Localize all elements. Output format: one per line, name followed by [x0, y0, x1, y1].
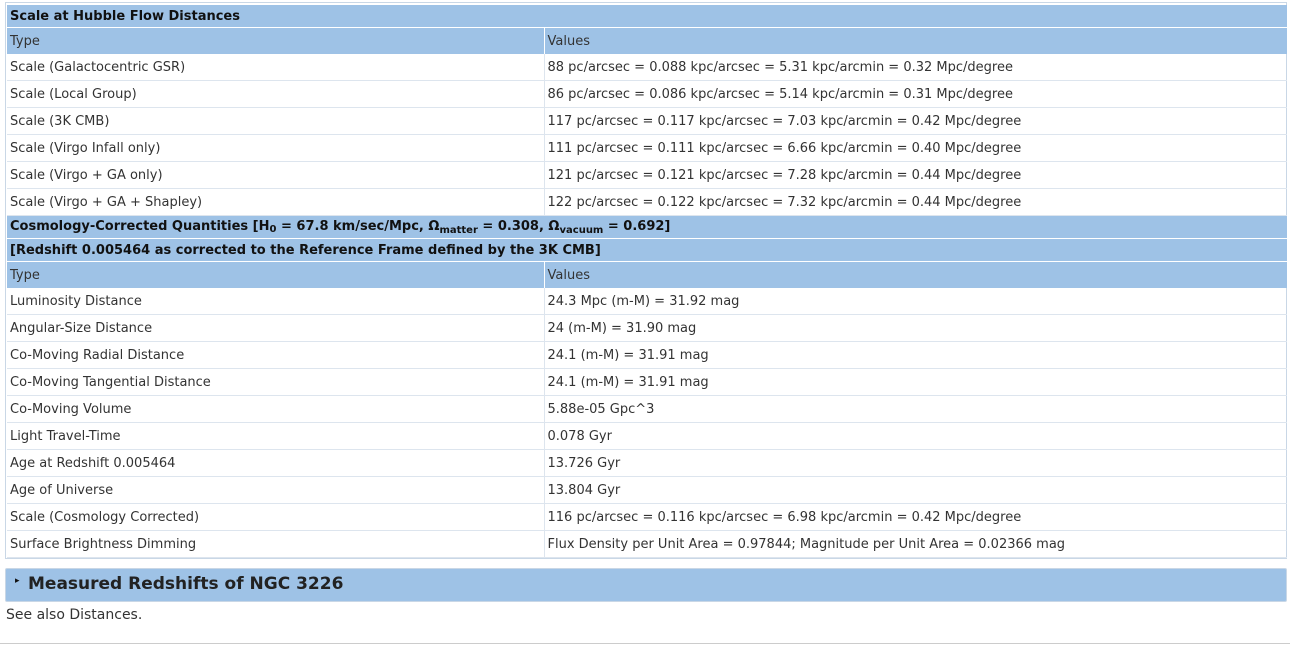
row-value: 121 pc/arcsec = 0.121 kpc/arcsec = 7.28 … [543, 161, 1287, 189]
row-value: 86 pc/arcsec = 0.086 kpc/arcsec = 5.14 k… [543, 80, 1287, 108]
table-row: Age at Redshift 0.005464 13.726 Gyr [7, 449, 1287, 477]
table-row: Scale (Virgo + GA only) 121 pc/arcsec = … [7, 161, 1287, 189]
row-type: Angular-Size Distance [7, 314, 544, 342]
distances-panel: Scale at Hubble Flow Distances Type Valu… [5, 2, 1287, 559]
cosmology-header-row: Type Values [7, 261, 1287, 288]
h0-value: = 67.8 km/sec/Mpc, Ω [276, 218, 440, 234]
row-value: 24.1 (m-M) = 31.91 mag [543, 341, 1287, 369]
cosmology-subtitle: [Redshift 0.005464 as corrected to the R… [7, 238, 1287, 262]
cosmology-title-row: Cosmology-Corrected Quantities [H0 = 67.… [7, 215, 1287, 239]
table-row: Scale (Galactocentric GSR) 88 pc/arcsec … [7, 54, 1287, 81]
row-type: Luminosity Distance [7, 288, 544, 315]
row-value: 111 pc/arcsec = 0.111 kpc/arcsec = 6.66 … [543, 134, 1287, 162]
row-type: Age at Redshift 0.005464 [7, 449, 544, 477]
vacuum-subscript: vacuum [559, 224, 604, 236]
table-row: Scale (3K CMB) 117 pc/arcsec = 0.117 kpc… [7, 107, 1287, 135]
measured-redshifts-title: Measured Redshifts of NGC 3226 [28, 574, 344, 594]
hubble-title: Scale at Hubble Flow Distances [7, 5, 1287, 28]
row-value: 5.88e-05 Gpc^3 [543, 395, 1287, 423]
cosmology-col-type: Type [7, 261, 544, 288]
table-row: Co-Moving Radial Distance 24.1 (m-M) = 3… [7, 341, 1287, 369]
row-value: 24 (m-M) = 31.90 mag [543, 314, 1287, 342]
row-type: Age of Universe [7, 476, 544, 504]
row-value: 0.078 Gyr [543, 422, 1287, 450]
row-type: Co-Moving Volume [7, 395, 544, 423]
table-row: Angular-Size Distance 24 (m-M) = 31.90 m… [7, 314, 1287, 342]
row-type: Scale (3K CMB) [7, 107, 544, 135]
matter-subscript: matter [439, 224, 478, 236]
cosmology-subtitle-row: [Redshift 0.005464 as corrected to the R… [7, 238, 1287, 262]
row-type: Co-Moving Tangential Distance [7, 368, 544, 396]
row-value: 122 pc/arcsec = 0.122 kpc/arcsec = 7.32 … [543, 188, 1287, 216]
row-type: Co-Moving Radial Distance [7, 341, 544, 369]
vacuum-value: = 0.692] [603, 218, 671, 234]
cosmology-title-prefix: Cosmology-Corrected Quantities [H [10, 218, 270, 234]
row-type: Surface Brightness Dimming [7, 530, 544, 558]
row-type: Scale (Cosmology Corrected) [7, 503, 544, 531]
expand-arrow-icon: ▸ [15, 576, 20, 586]
distances-table: Scale at Hubble Flow Distances Type Valu… [7, 5, 1287, 558]
row-value: 117 pc/arcsec = 0.117 kpc/arcsec = 7.03 … [543, 107, 1287, 135]
table-row: Scale (Virgo + GA + Shapley) 122 pc/arcs… [7, 188, 1287, 216]
hubble-title-row: Scale at Hubble Flow Distances [7, 5, 1287, 28]
page: Scale at Hubble Flow Distances Type Valu… [0, 0, 1290, 651]
hubble-col-values: Values [543, 27, 1287, 54]
table-row: Co-Moving Volume 5.88e-05 Gpc^3 [7, 395, 1287, 423]
row-value: Flux Density per Unit Area = 0.97844; Ma… [543, 530, 1287, 558]
cosmology-col-values: Values [543, 261, 1287, 288]
table-row: Scale (Cosmology Corrected) 116 pc/arcse… [7, 503, 1287, 531]
table-row: Surface Brightness Dimming Flux Density … [7, 530, 1287, 558]
table-row: Luminosity Distance 24.3 Mpc (m-M) = 31.… [7, 288, 1287, 315]
row-type: Scale (Virgo + GA + Shapley) [7, 188, 544, 216]
row-value: 13.804 Gyr [543, 476, 1287, 504]
see-also-text: See also Distances. [6, 607, 143, 623]
table-row: Scale (Local Group) 86 pc/arcsec = 0.086… [7, 80, 1287, 108]
row-type: Scale (Local Group) [7, 80, 544, 108]
row-value: 24.1 (m-M) = 31.91 mag [543, 368, 1287, 396]
measured-redshifts-toggle[interactable]: ▸ Measured Redshifts of NGC 3226 [5, 568, 1287, 602]
matter-value: = 0.308, Ω [477, 218, 560, 234]
row-type: Scale (Virgo Infall only) [7, 134, 544, 162]
table-row: Light Travel-Time 0.078 Gyr [7, 422, 1287, 450]
row-type: Scale (Virgo + GA only) [7, 161, 544, 189]
row-value: 13.726 Gyr [543, 449, 1287, 477]
row-value: 116 pc/arcsec = 0.116 kpc/arcsec = 6.98 … [543, 503, 1287, 531]
bottom-divider [0, 643, 1290, 644]
row-value: 88 pc/arcsec = 0.088 kpc/arcsec = 5.31 k… [543, 54, 1287, 81]
table-row: Co-Moving Tangential Distance 24.1 (m-M)… [7, 368, 1287, 396]
table-row: Scale (Virgo Infall only) 111 pc/arcsec … [7, 134, 1287, 162]
row-value: 24.3 Mpc (m-M) = 31.92 mag [543, 288, 1287, 315]
row-type: Scale (Galactocentric GSR) [7, 54, 544, 81]
table-row: Age of Universe 13.804 Gyr [7, 476, 1287, 504]
row-type: Light Travel-Time [7, 422, 544, 450]
hubble-col-type: Type [7, 27, 544, 54]
cosmology-title: Cosmology-Corrected Quantities [H0 = 67.… [7, 215, 1287, 239]
hubble-header-row: Type Values [7, 27, 1287, 54]
